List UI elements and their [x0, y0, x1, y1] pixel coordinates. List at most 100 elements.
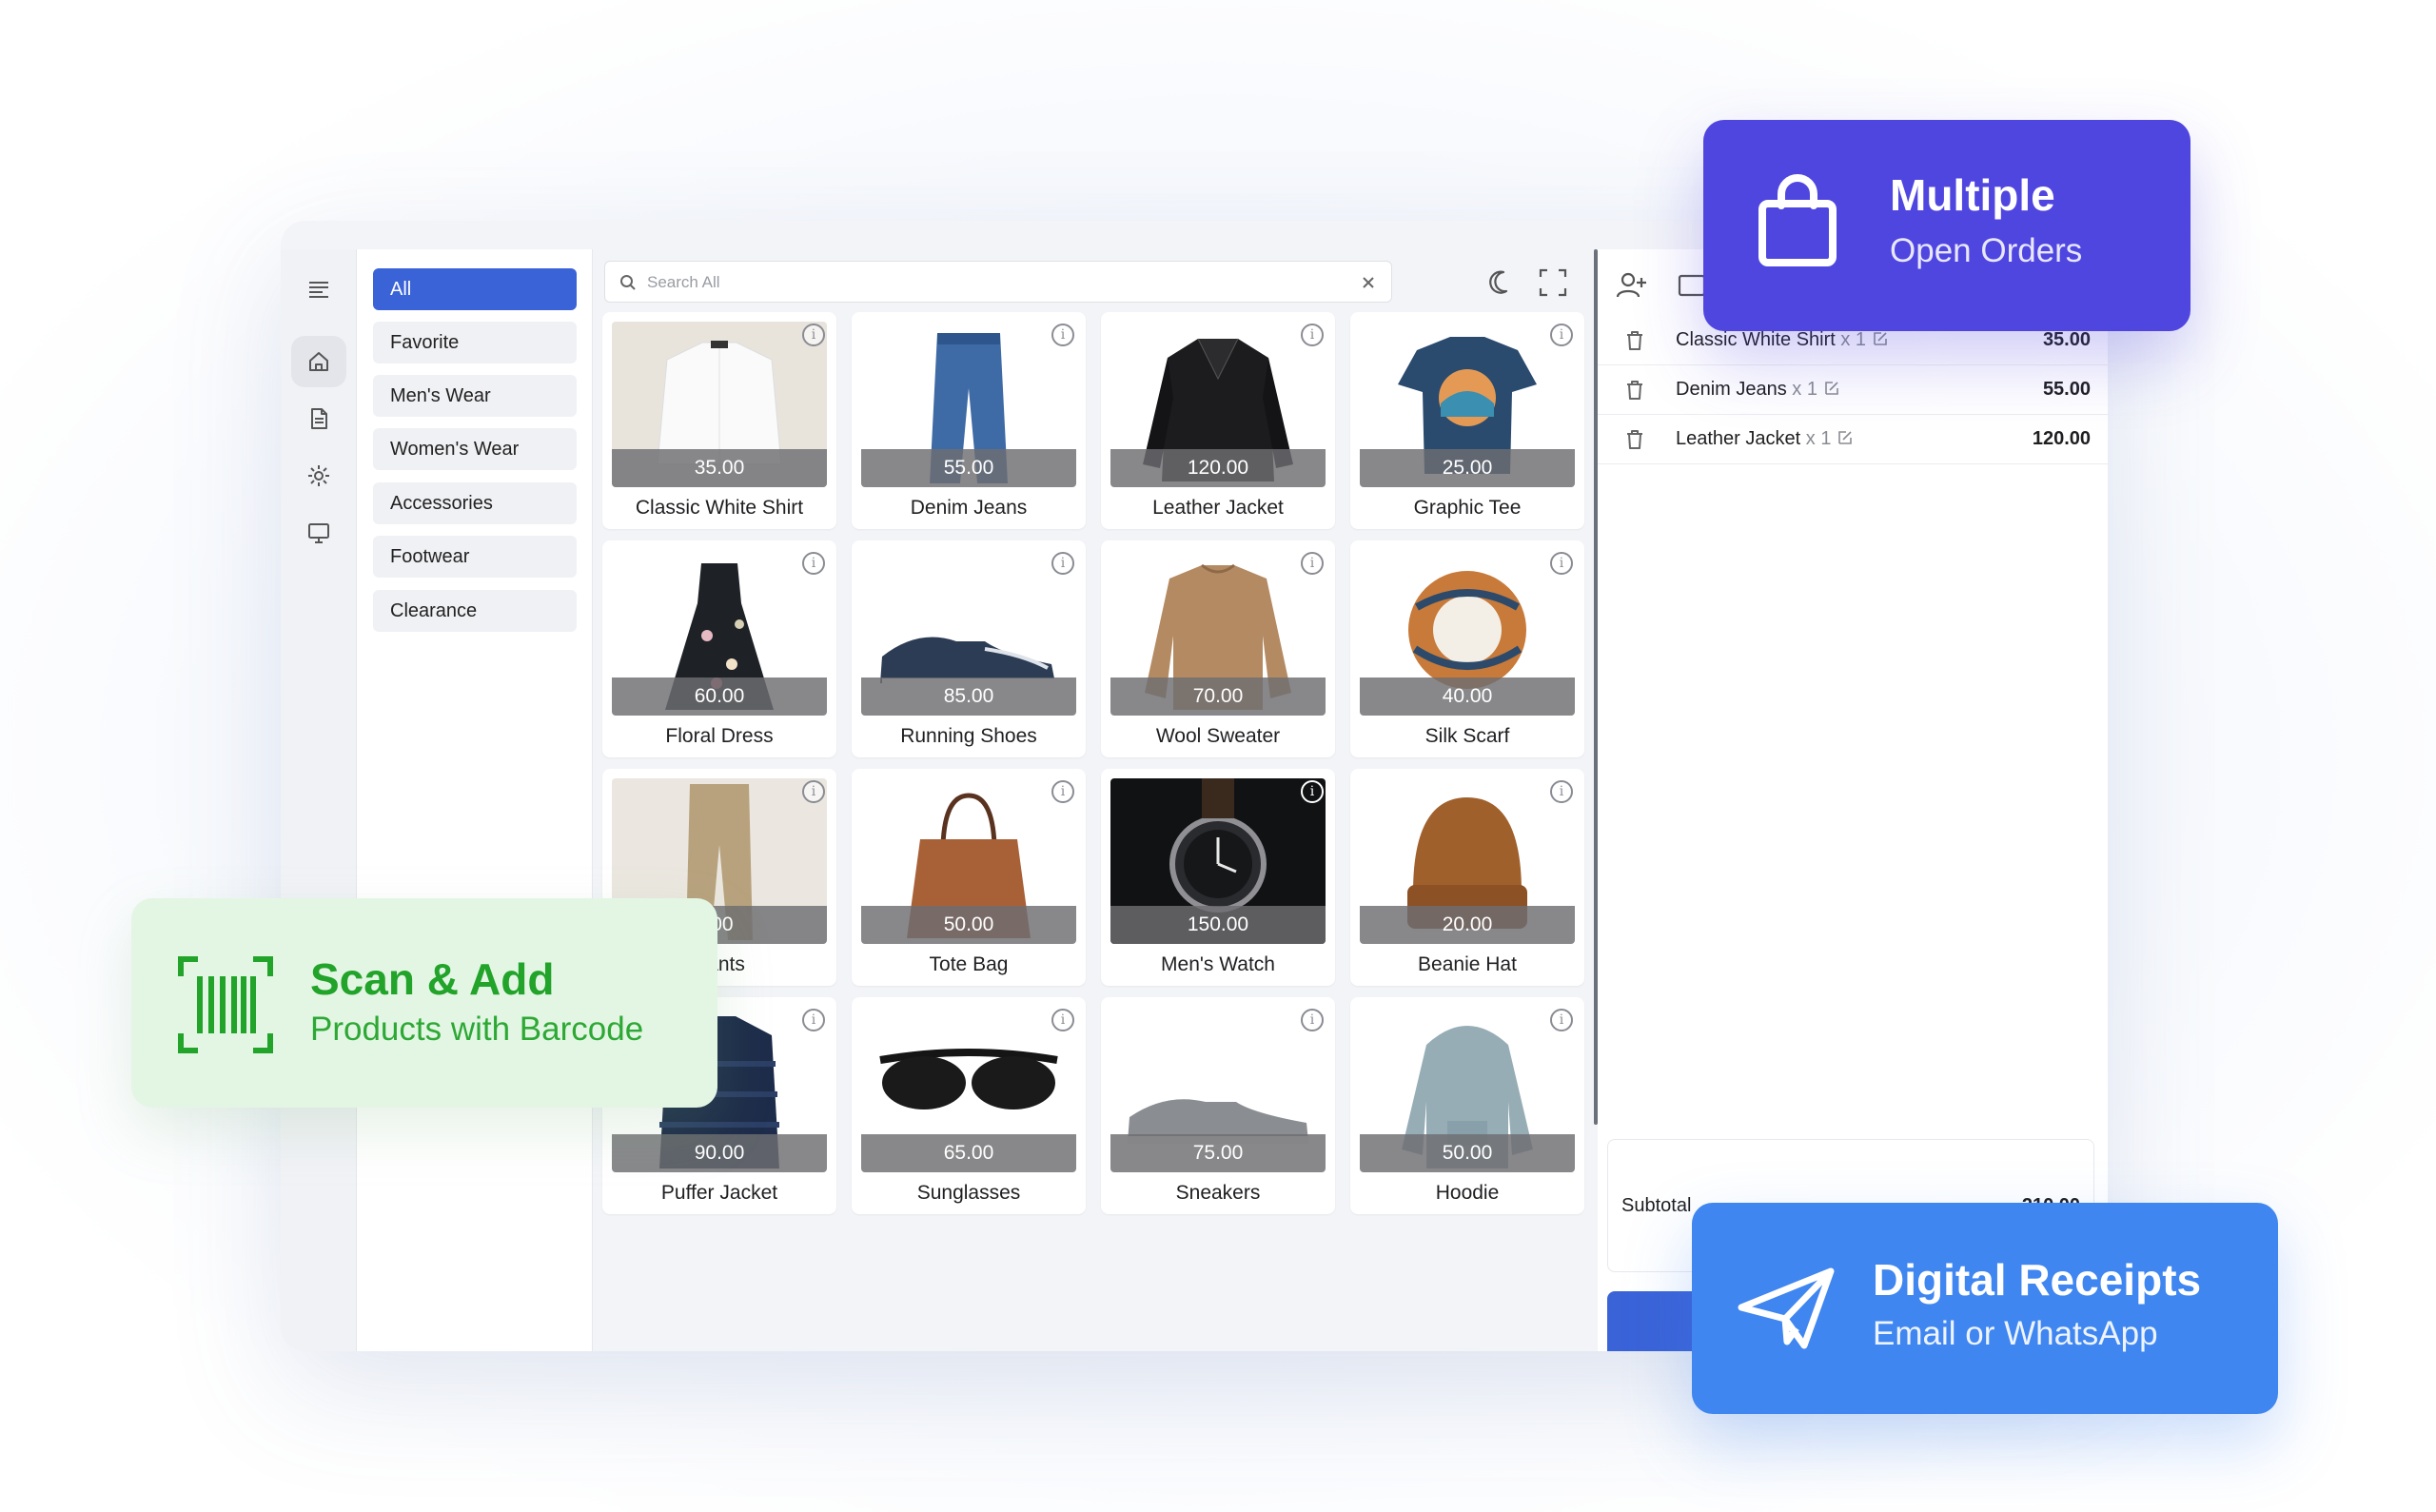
info-icon[interactable]: i	[1301, 1009, 1324, 1031]
product-tile[interactable]: 70.00 i Wool Sweater	[1101, 540, 1335, 757]
product-tile[interactable]: 40.00 i Silk Scarf	[1350, 540, 1584, 757]
product-tile[interactable]: 120.00 i Leather Jacket	[1101, 312, 1335, 529]
product-image: 20.00	[1360, 778, 1575, 944]
monitor-icon[interactable]	[281, 506, 357, 560]
callout-subtitle: Products with Barcode	[310, 1011, 644, 1048]
product-price: 35.00	[612, 449, 827, 487]
product-image: 85.00	[861, 550, 1076, 716]
callout-title: Multiple	[1890, 170, 2055, 220]
order-line[interactable]: Leather Jacket x 1 120.00	[1598, 415, 2108, 464]
product-image: 50.00	[1360, 1007, 1575, 1172]
product-image: 60.00	[612, 550, 827, 716]
info-icon[interactable]: i	[802, 1009, 825, 1031]
search-icon	[620, 275, 636, 290]
product-name: Graphic Tee	[1413, 497, 1522, 519]
paper-plane-icon	[1738, 1267, 1835, 1349]
order-line-label: Denim Jeans x 1	[1676, 379, 1840, 401]
fullscreen-icon[interactable]	[1537, 266, 1569, 299]
callout-subtitle: Open Orders	[1890, 232, 2083, 269]
product-name: Hoodie	[1435, 1182, 1500, 1204]
product-tile[interactable]: 50.00 i Hoodie	[1350, 997, 1584, 1214]
edit-icon[interactable]	[1823, 380, 1840, 397]
info-icon[interactable]: i	[802, 324, 825, 346]
product-tile[interactable]: 150.00 i Men's Watch	[1101, 769, 1335, 986]
subtotal-label: Subtotal	[1621, 1195, 1692, 1216]
category-mens-wear[interactable]: Men's Wear	[373, 375, 577, 417]
category-clearance[interactable]: Clearance	[373, 590, 577, 632]
category-footwear[interactable]: Footwear	[373, 536, 577, 578]
product-image: 75.00	[1110, 1007, 1326, 1172]
product-price: 150.00	[1110, 906, 1326, 944]
trash-icon[interactable]	[1624, 379, 1645, 402]
product-name: Denim Jeans	[910, 497, 1028, 519]
order-line[interactable]: Denim Jeans x 1 55.00	[1598, 365, 2108, 415]
edit-icon[interactable]	[1837, 429, 1854, 446]
info-icon[interactable]: i	[1550, 780, 1573, 803]
product-price: 25.00	[1360, 449, 1575, 487]
category-accessories[interactable]: Accessories	[373, 482, 577, 524]
stage: All Favorite Men's Wear Women's Wear Acc…	[0, 0, 2436, 1512]
close-icon[interactable]	[1359, 273, 1378, 292]
order-line-name: Leather Jacket	[1676, 428, 1801, 449]
product-name: Silk Scarf	[1424, 725, 1510, 747]
menu-icon[interactable]	[281, 263, 357, 316]
category-favorite[interactable]: Favorite	[373, 322, 577, 363]
product-price: 75.00	[1110, 1134, 1326, 1172]
product-tile[interactable]: 85.00 i Running Shoes	[852, 540, 1086, 757]
product-name: Sneakers	[1175, 1182, 1261, 1204]
product-name: Running Shoes	[900, 725, 1037, 747]
moon-icon[interactable]	[1485, 266, 1518, 299]
order-line-qty: x 1	[1792, 379, 1817, 400]
document-icon[interactable]	[281, 392, 357, 445]
product-tile[interactable]: 75.00 i Sneakers	[1101, 997, 1335, 1214]
search-input[interactable]	[647, 269, 1351, 296]
product-tile[interactable]: 65.00 i Sunglasses	[852, 997, 1086, 1214]
order-line-amount: 55.00	[2042, 379, 2091, 400]
gear-icon[interactable]	[281, 449, 357, 502]
order-line-qty: x 1	[1840, 329, 1867, 350]
product-price: 50.00	[861, 906, 1076, 944]
product-price: 85.00	[861, 677, 1076, 716]
product-tile[interactable]: 20.00 i Beanie Hat	[1350, 769, 1584, 986]
info-icon[interactable]: i	[1301, 780, 1324, 803]
info-icon[interactable]: i	[802, 780, 825, 803]
add-user-icon[interactable]	[1615, 268, 1649, 303]
order-line-name: Denim Jeans	[1676, 379, 1787, 400]
product-grid-area: 35.00 i Classic White Shirt 55.00 i Denim Jea…	[593, 249, 1598, 1351]
category-womens-wear[interactable]: Women's Wear	[373, 428, 577, 470]
info-icon[interactable]: i	[1051, 552, 1074, 575]
product-name: Men's Watch	[1161, 953, 1275, 975]
info-icon[interactable]: i	[1051, 324, 1074, 346]
product-tile[interactable]: 55.00 i Denim Jeans	[852, 312, 1086, 529]
product-price: 70.00	[1110, 677, 1326, 716]
product-tile[interactable]: 25.00 i Graphic Tee	[1350, 312, 1584, 529]
product-price: 40.00	[1360, 677, 1575, 716]
order-line-amount: 120.00	[2032, 428, 2091, 449]
product-tile[interactable]: 60.00 i Floral Dress	[602, 540, 836, 757]
trash-icon[interactable]	[1624, 329, 1645, 352]
product-name: Puffer Jacket	[660, 1182, 778, 1204]
info-icon[interactable]: i	[1301, 552, 1324, 575]
edit-icon[interactable]	[1872, 330, 1889, 347]
info-icon[interactable]: i	[1550, 324, 1573, 346]
shopping-bag-icon	[1758, 174, 1837, 266]
info-icon[interactable]: i	[1051, 780, 1074, 803]
product-image: 70.00	[1110, 550, 1326, 716]
product-image: 120.00	[1110, 322, 1326, 487]
product-tile[interactable]: 35.00 i Classic White Shirt	[602, 312, 836, 529]
category-all[interactable]: All	[373, 268, 577, 310]
product-price: 60.00	[612, 677, 827, 716]
info-icon[interactable]: i	[802, 552, 825, 575]
product-tile[interactable]: 50.00 i Tote Bag	[852, 769, 1086, 986]
home-icon[interactable]	[281, 335, 357, 388]
callout-scan-add: Scan & Add Products with Barcode	[131, 898, 717, 1108]
product-image: 35.00	[612, 322, 827, 487]
product-name: Beanie Hat	[1418, 953, 1517, 975]
callout-subtitle: Email or WhatsApp	[1873, 1315, 2158, 1352]
info-icon[interactable]: i	[1051, 1009, 1074, 1031]
info-icon[interactable]: i	[1301, 324, 1324, 346]
product-name: Wool Sweater	[1155, 725, 1281, 747]
info-icon[interactable]: i	[1550, 552, 1573, 575]
trash-icon[interactable]	[1624, 428, 1645, 451]
info-icon[interactable]: i	[1550, 1009, 1573, 1031]
